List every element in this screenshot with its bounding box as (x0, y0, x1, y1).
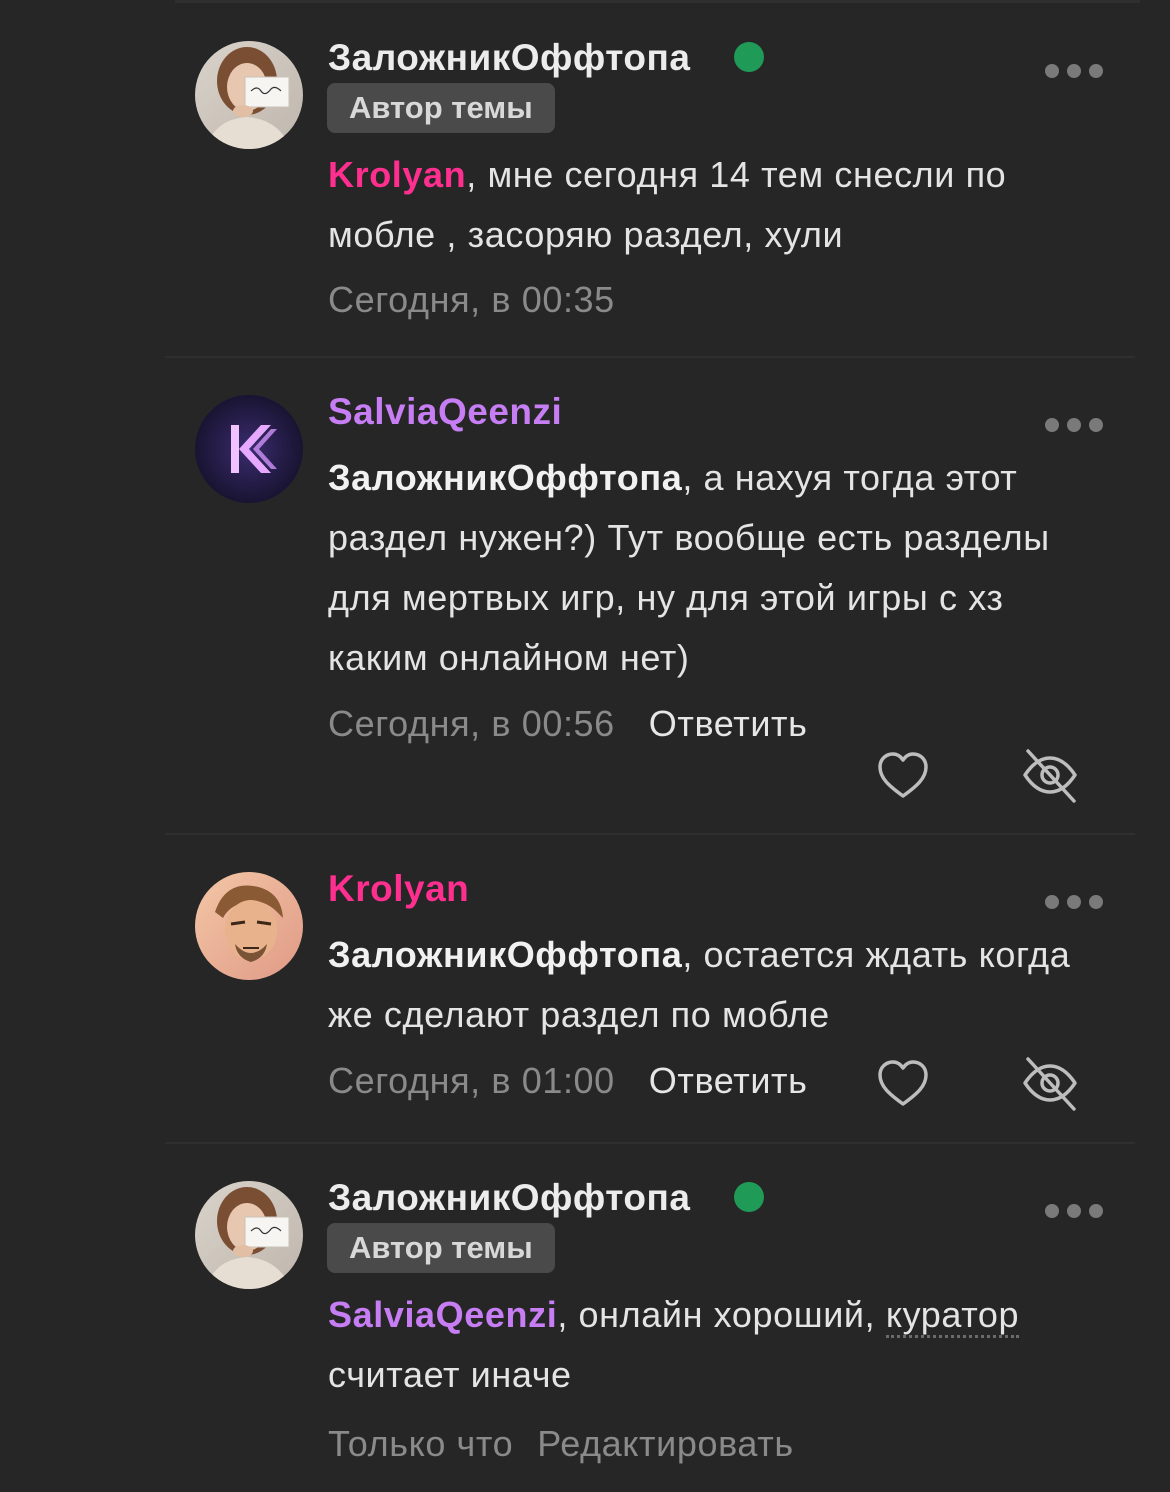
avatar[interactable] (195, 872, 303, 980)
post-meta: Сегодня, в 01:00 Ответить (328, 1060, 807, 1102)
post-time[interactable]: Сегодня, в 01:00 (328, 1060, 615, 1101)
post-divider (165, 356, 1135, 358)
reply-button[interactable]: Ответить (649, 703, 808, 744)
topic-author-badge: Автор темы (327, 1223, 555, 1273)
online-indicator (734, 1182, 764, 1212)
post-divider (165, 1142, 1135, 1144)
avatar[interactable] (195, 1181, 303, 1289)
heart-icon[interactable] (873, 745, 933, 805)
author-name[interactable]: ЗаложникОффтопа (328, 1177, 690, 1219)
top-divider (175, 0, 1140, 6)
post-body-start: , онлайн хороший, (557, 1294, 886, 1335)
more-options-icon[interactable] (1045, 64, 1103, 78)
post-meta: Сегодня, в 00:56 Ответить (328, 703, 807, 745)
online-indicator (734, 42, 764, 72)
eye-slash-icon[interactable] (1020, 1053, 1080, 1113)
post-time[interactable]: Сегодня, в 00:56 (328, 703, 615, 744)
post-time[interactable]: Сегодня, в 00:35 (328, 279, 615, 320)
post-meta: Только что Редактировать (328, 1423, 794, 1465)
post-text: ЗаложникОффтопа, а нахуя тогда этот разд… (328, 448, 1108, 688)
mention-link[interactable]: Krolyan (328, 154, 466, 195)
reply-button[interactable]: Ответить (649, 1060, 808, 1101)
eye-slash-icon[interactable] (1020, 745, 1080, 805)
post-time[interactable]: Только что (328, 1423, 513, 1464)
post-text: SalviaQeenzi, онлайн хороший, куратор сч… (328, 1285, 1108, 1405)
mention-link[interactable]: ЗаложникОффтопа (328, 457, 682, 498)
avatar[interactable] (195, 41, 303, 149)
edit-button[interactable]: Редактировать (537, 1423, 793, 1464)
more-options-icon[interactable] (1045, 418, 1103, 432)
post-text: ЗаложникОффтопа, остается ждать когда же… (328, 925, 1108, 1045)
author-name[interactable]: ЗаложникОффтопа (328, 37, 690, 79)
avatar[interactable] (195, 395, 303, 503)
post-meta: Сегодня, в 00:35 (328, 279, 615, 321)
author-name[interactable]: SalviaQeenzi (328, 391, 562, 433)
topic-author-badge: Автор темы (327, 83, 555, 133)
dotted-term[interactable]: куратор (885, 1294, 1020, 1338)
author-name[interactable]: Krolyan (328, 868, 469, 910)
mention-link[interactable]: ЗаложникОффтопа (328, 934, 682, 975)
post-body-end: считает иначе (328, 1354, 572, 1395)
more-options-icon[interactable] (1045, 895, 1103, 909)
heart-icon[interactable] (873, 1053, 933, 1113)
post-text: Krolyan, мне сегодня 14 тем снесли по мо… (328, 145, 1108, 265)
post-divider (165, 833, 1135, 835)
mention-link[interactable]: SalviaQeenzi (328, 1294, 557, 1335)
more-options-icon[interactable] (1045, 1204, 1103, 1218)
